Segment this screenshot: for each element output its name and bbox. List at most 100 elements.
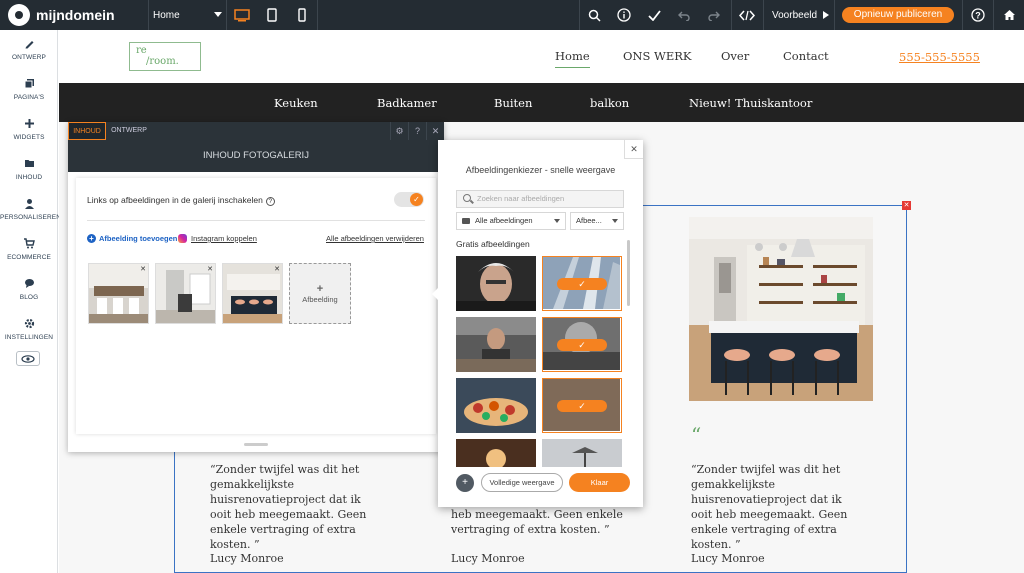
remove-image-icon[interactable]: ✕	[140, 265, 146, 273]
image-type-select[interactable]: Afbee...	[570, 212, 624, 230]
undo-icon	[678, 11, 690, 21]
check-icon: ✓	[557, 400, 607, 412]
undo-button[interactable]	[669, 0, 699, 30]
category-buiten[interactable]: Buiten	[494, 96, 532, 110]
page-selector[interactable]: Home	[148, 0, 226, 30]
full-view-button[interactable]: Volledige weergave	[481, 473, 563, 492]
site-phone-link[interactable]: 555-555-5555	[899, 50, 980, 64]
category-thuiskantoor[interactable]: Nieuw! Thuiskantoor	[689, 96, 812, 110]
check-button[interactable]	[639, 0, 669, 30]
help-button[interactable]: ?	[963, 0, 993, 30]
panel-resize-handle[interactable]	[244, 443, 268, 446]
divider	[87, 220, 425, 221]
close-icon[interactable]: ✕	[902, 201, 911, 210]
add-button[interactable]: +	[456, 474, 474, 492]
visibility-toggle-button[interactable]	[16, 351, 40, 366]
tab-inhoud[interactable]: INHOUD	[68, 122, 106, 140]
instagram-connect-link[interactable]: Instagram koppelen	[178, 234, 257, 243]
sidebar-item-ecommerce[interactable]: ECOMMERCE	[0, 232, 58, 272]
gear-icon[interactable]: ⚙	[390, 122, 408, 140]
image-source-select[interactable]: Alle afbeeldingen	[456, 212, 566, 230]
redo-icon	[708, 11, 720, 21]
remove-all-images-link[interactable]: Alle afbeeldingen verwijderen	[326, 234, 424, 243]
plus-circle-icon: +	[87, 234, 96, 243]
sidebar-item-instellingen[interactable]: INSTELLINGEN	[0, 312, 58, 352]
picker-title: Afbeeldingenkiezer - snelle weergave	[465, 165, 616, 175]
chevron-down-icon	[612, 219, 618, 223]
site-header: re /room. Home ONS WERK Over Contact 555…	[59, 30, 1024, 83]
tablet-view-button[interactable]	[257, 0, 287, 30]
eye-icon	[21, 354, 35, 363]
image-grid: ✓ ✓ ✓	[456, 256, 624, 467]
pencil-icon	[0, 38, 58, 52]
testimonial-author: Lucy Monroe	[210, 552, 284, 565]
remove-image-icon[interactable]: ✕	[207, 265, 213, 273]
image-option[interactable]	[456, 439, 536, 467]
help-icon[interactable]: ?	[265, 197, 275, 206]
code-button[interactable]	[732, 0, 762, 30]
tab-ontwerp[interactable]: ONTWERP	[108, 122, 150, 140]
desktop-icon	[234, 8, 250, 21]
cart-icon	[0, 238, 58, 252]
close-icon[interactable]: ✕	[624, 140, 643, 159]
image-option-selected[interactable]: ✓	[542, 317, 622, 372]
brand-name: mijndomein	[36, 7, 115, 23]
free-images-heading: Gratis afbeeldingen	[456, 239, 530, 249]
link-toggle-switch[interactable]: ✓	[394, 192, 424, 207]
sidebar-item-personaliseren[interactable]: PERSONALISEREN	[0, 192, 61, 232]
info-button[interactable]	[609, 0, 639, 30]
chat-icon	[0, 278, 58, 292]
image-search-input[interactable]: Zoeken naar afbeeldingen	[456, 190, 624, 208]
image-option-selected[interactable]: ✓	[542, 256, 622, 311]
brand-logo-icon	[8, 4, 30, 26]
site-nav-over[interactable]: Over	[721, 49, 749, 63]
panel-title: INHOUD FOTOGALERIJ	[68, 140, 444, 172]
sidebar-item-widgets[interactable]: WIDGETS	[0, 112, 58, 152]
site-logo[interactable]: re /room.	[129, 42, 201, 71]
image-option[interactable]	[542, 439, 622, 467]
scrollbar[interactable]	[627, 240, 630, 306]
category-keuken[interactable]: Keuken	[274, 96, 318, 110]
image-option[interactable]	[456, 256, 536, 311]
add-image-link[interactable]: + Afbeelding toevoegen	[87, 234, 177, 243]
testimonial-text: “Zonder twijfel was dit het gemakkelijks…	[691, 463, 848, 551]
image-option[interactable]	[456, 317, 536, 372]
category-badkamer[interactable]: Badkamer	[377, 96, 437, 110]
category-bar: Keuken Badkamer Buiten balkon Nieuw! Thu…	[59, 83, 1024, 122]
mobile-view-button[interactable]	[287, 0, 317, 30]
check-icon	[647, 9, 661, 21]
left-sidebar: ONTWERP PAGINA'S WIDGETS INHOUD PERSONAL…	[0, 30, 61, 573]
gallery-thumbnail[interactable]: ✕	[88, 263, 149, 324]
sidebar-item-blog[interactable]: BLOG	[0, 272, 58, 312]
gallery-thumbnail[interactable]: ✕	[155, 263, 216, 324]
site-nav-ons-werk[interactable]: ONS WERK	[623, 49, 692, 63]
brand-logo[interactable]: mijndomein	[0, 0, 148, 30]
category-balkon[interactable]: balkon	[590, 96, 629, 110]
publish-button[interactable]: Opnieuw publiceren	[842, 7, 954, 23]
image-option[interactable]	[456, 378, 536, 433]
gallery-thumbnail[interactable]: ✕	[222, 263, 283, 324]
testimonial-text: heb meegemaakt. Geen enkele vertraging o…	[451, 508, 623, 536]
plus-icon: +	[316, 283, 324, 295]
tablet-icon	[267, 8, 277, 22]
image-picker-dialog: ✕ Afbeeldingenkiezer - snelle weergave Z…	[432, 140, 643, 507]
info-icon	[617, 8, 631, 22]
add-image-tile[interactable]: + Afbeelding	[289, 263, 351, 324]
remove-image-icon[interactable]: ✕	[274, 265, 280, 273]
desktop-view-button[interactable]	[227, 0, 257, 30]
redo-button[interactable]	[699, 0, 729, 30]
site-nav-home[interactable]: Home	[555, 49, 590, 68]
kitchen-photo	[689, 217, 873, 401]
chevron-down-icon	[554, 219, 560, 223]
sidebar-item-ontwerp[interactable]: ONTWERP	[0, 32, 58, 72]
help-icon[interactable]: ?	[408, 122, 426, 140]
site-nav-contact[interactable]: Contact	[783, 49, 829, 63]
preview-button[interactable]: Voorbeeld	[764, 0, 834, 30]
done-button[interactable]: Klaar	[569, 473, 630, 492]
image-option-selected[interactable]: ✓	[542, 378, 622, 433]
close-icon[interactable]: ✕	[426, 122, 444, 140]
sidebar-item-inhoud[interactable]: INHOUD	[0, 152, 58, 192]
sidebar-item-paginas[interactable]: PAGINA'S	[0, 72, 58, 112]
home-button[interactable]	[994, 0, 1024, 30]
search-button[interactable]	[579, 0, 609, 30]
